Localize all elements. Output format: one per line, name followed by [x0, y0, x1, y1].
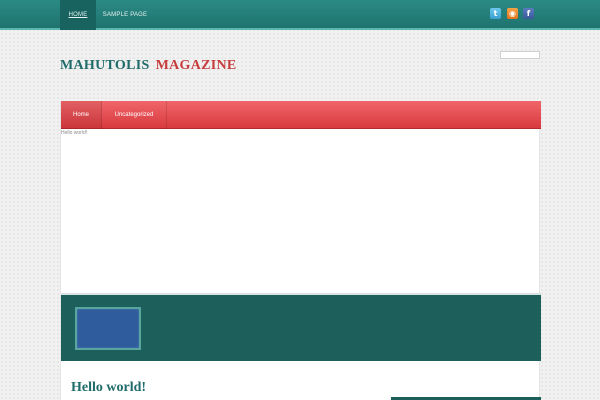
topnav-home-link[interactable]: HOME: [60, 0, 96, 30]
facebook-icon[interactable]: f: [523, 8, 534, 19]
twitter-icon[interactable]: t: [490, 8, 501, 19]
rss-icon[interactable]: ◉: [507, 8, 518, 19]
logo-part-1: MAHUTOLIS: [60, 58, 150, 73]
post-title[interactable]: Hello world!: [71, 380, 146, 396]
menu-item-home[interactable]: Home: [61, 101, 102, 129]
search-input[interactable]: [500, 51, 540, 59]
featured-thumbnail[interactable]: [75, 307, 141, 350]
topnav-sample-page-link[interactable]: SAMPLE PAGE: [100, 0, 150, 30]
site-logo[interactable]: MAHUTOLIS MAGAZINE: [60, 58, 237, 74]
main-content: Home Uncategorized Hello world! Hello wo…: [60, 101, 541, 400]
featured-section: [61, 295, 541, 361]
menu-item-uncategorized[interactable]: Uncategorized: [102, 101, 167, 129]
breadcrumb[interactable]: Hello world!: [61, 130, 87, 136]
category-menu-bar: Home Uncategorized: [61, 101, 541, 129]
top-navigation-bar: HOME SAMPLE PAGE t ◉ f: [0, 0, 600, 30]
logo-part-2: MAGAZINE: [155, 58, 237, 73]
